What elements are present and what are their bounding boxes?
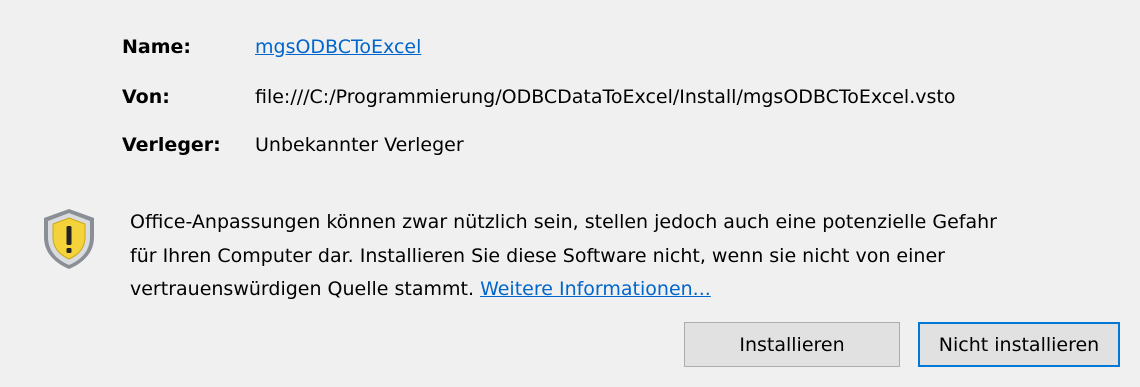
publisher-row: Verleger: Unbekannter Verleger (122, 130, 464, 160)
install-button[interactable]: Installieren (684, 322, 900, 367)
warning-line-last: vertrauenswürdigen Quelle stammt. Weiter… (130, 273, 1120, 307)
more-info-link[interactable]: Weitere Informationen... (480, 278, 711, 300)
warning-message: Office-Anpassungen können zwar nützlich … (130, 206, 1120, 307)
install-confirmation-dialog: Name: mgsODBCToExcel Von: file:///C:/Pro… (0, 0, 1140, 387)
from-label: Von: (122, 86, 170, 108)
publisher-label: Verleger: (122, 134, 221, 156)
from-row: Von: file:///C:/Programmierung/ODBCDataT… (122, 82, 955, 112)
publisher-value: Unbekannter Verleger (255, 134, 464, 156)
warning-line: Office-Anpassungen können zwar nützlich … (130, 211, 997, 233)
name-link[interactable]: mgsODBCToExcel (255, 36, 421, 58)
name-row: Name: mgsODBCToExcel (122, 32, 421, 62)
from-value: file:///C:/Programmierung/ODBCDataToExce… (255, 86, 956, 108)
warning-shield-icon (44, 209, 94, 269)
warning-line-text: vertrauenswürdigen Quelle stammt. (130, 278, 481, 300)
name-label: Name: (122, 36, 192, 58)
dont-install-button[interactable]: Nicht installieren (918, 322, 1120, 367)
warning-line: für Ihren Computer dar. Installieren Sie… (130, 244, 945, 267)
